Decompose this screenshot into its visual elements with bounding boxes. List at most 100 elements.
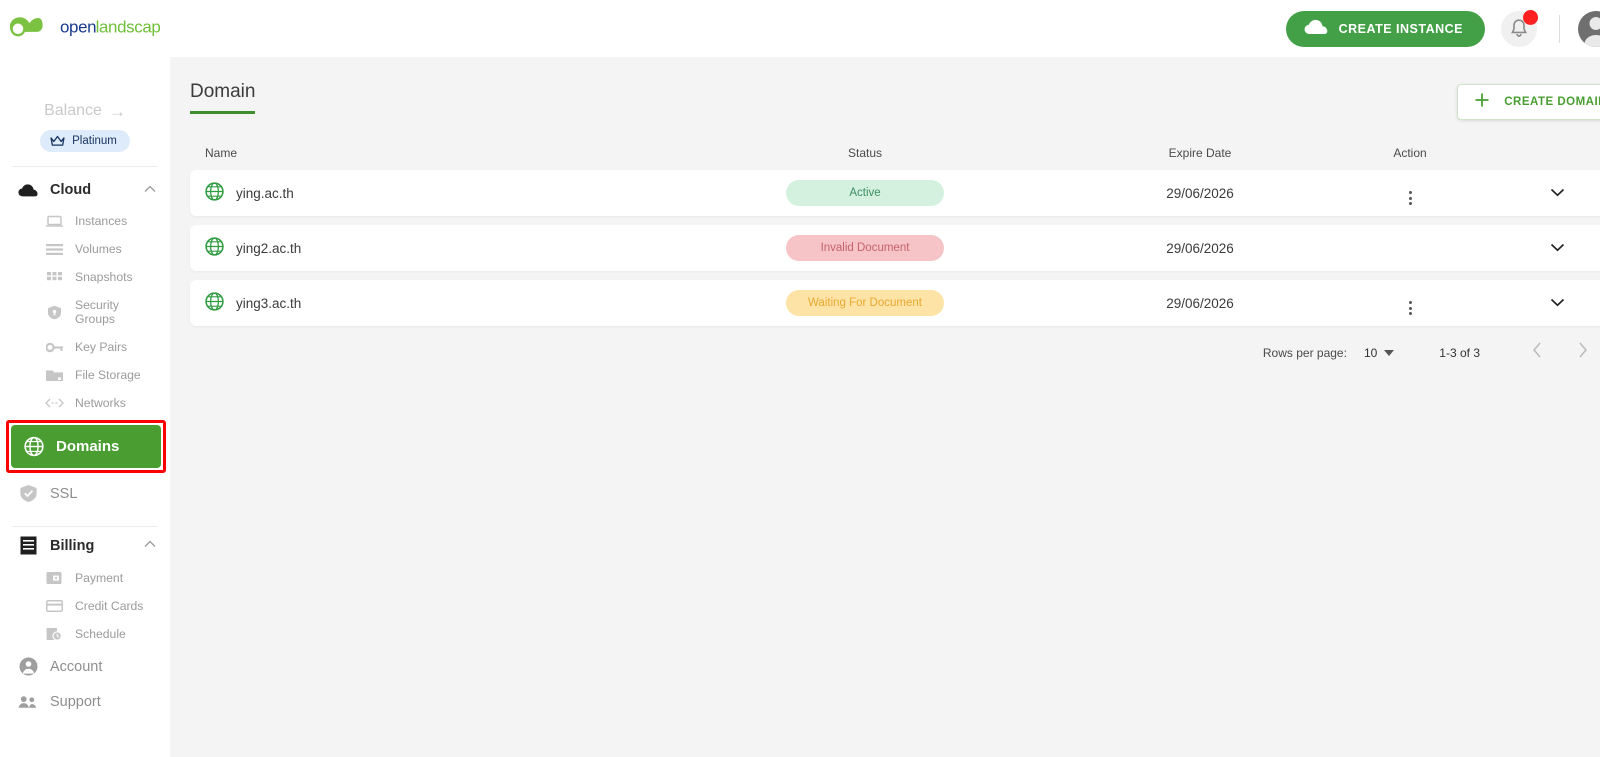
row-status-cell: Active (645, 180, 1085, 206)
logo-wordmark-icon: open landscape (60, 17, 160, 36)
chevron-up-icon (144, 540, 156, 551)
sidebar-item-snapshots-label: Snapshots (75, 270, 133, 284)
snapshots-icon (44, 271, 64, 284)
row-name-cell: ying3.ac.th (190, 292, 645, 314)
column-header-action: Action (1393, 146, 1427, 160)
table-row[interactable]: ying2.ac.th Invalid Document 29/06/2026 (190, 225, 1600, 271)
sidebar-item-ssl[interactable]: SSL (0, 475, 170, 512)
status-badge: Active (786, 180, 944, 206)
arrow-right-icon: → (108, 101, 126, 121)
balance-link[interactable]: Balance → (44, 102, 126, 120)
sidebar-item-key-pairs-label: Key Pairs (75, 340, 128, 354)
sidebar-item-support[interactable]: Support (0, 685, 170, 719)
tier-badge[interactable]: Platinum (40, 130, 130, 152)
plus-icon (1474, 92, 1490, 112)
sidebar-group-cloud[interactable]: Cloud (0, 173, 170, 207)
row-name-cell: ying2.ac.th (190, 237, 645, 259)
status-badge: Waiting For Document (786, 290, 944, 316)
row-status-cell: Invalid Document (645, 235, 1085, 261)
globe-icon (205, 292, 224, 314)
page-title-wrap: Domain (190, 81, 256, 114)
balance-label: Balance (44, 102, 102, 119)
sidebar-item-domains[interactable]: Domains (11, 425, 161, 468)
sidebar-item-file-storage[interactable]: File Storage (0, 361, 170, 389)
sidebar-group-cloud-label: Cloud (50, 182, 92, 198)
column-header-name: Name (205, 146, 238, 160)
chevron-down-icon (1384, 349, 1395, 356)
sidebar-item-account[interactable]: Account (0, 648, 170, 685)
sidebar-item-schedule[interactable]: Schedule (0, 620, 170, 648)
row-expire-date: 29/06/2026 (1166, 240, 1234, 256)
volumes-icon (44, 243, 64, 256)
domains-highlight-box: Domains (6, 420, 166, 473)
row-menu-button[interactable] (1408, 191, 1412, 205)
sidebar-item-instances[interactable]: Instances (0, 207, 170, 235)
table-header-row: Name Status Expire Date Action (190, 136, 1600, 170)
status-badge: Invalid Document (786, 235, 944, 261)
sidebar-item-support-label: Support (50, 694, 101, 710)
code-brackets-icon (44, 398, 64, 408)
table-row[interactable]: ying.ac.th Active 29/06/2026 (190, 170, 1600, 216)
row-menu-button[interactable] (1408, 301, 1412, 315)
row-expand-cell (1505, 184, 1600, 202)
schedule-icon (44, 627, 64, 641)
main-area: CREATE INSTANCE Domain CREATE DOMAIN Nam… (170, 0, 1600, 757)
logo-landscape-text: landscape (96, 17, 160, 36)
sidebar-item-volumes[interactable]: Volumes (0, 235, 170, 263)
chevron-down-icon[interactable] (1550, 240, 1565, 255)
rows-per-page-label: Rows per page: (1262, 345, 1347, 360)
credit-card-icon (44, 600, 64, 612)
notification-dot (1523, 9, 1538, 25)
globe-icon (24, 436, 44, 457)
sidebar-item-account-label: Account (50, 658, 103, 675)
create-domain-button[interactable]: CREATE DOMAIN (1457, 84, 1600, 120)
laptop-icon (44, 215, 64, 228)
row-action-cell (1315, 291, 1505, 315)
sidebar-group-billing-label: Billing (50, 537, 95, 554)
logo-mark-icon (10, 17, 43, 37)
logo-wrap: open landscape (0, 0, 170, 56)
chevron-down-icon[interactable] (1550, 185, 1565, 200)
create-instance-button[interactable]: CREATE INSTANCE (1285, 10, 1485, 47)
sidebar: open landscape Balance → Platinum (0, 0, 170, 757)
key-icon (44, 342, 64, 353)
sidebar-item-credit-cards-label: Credit Cards (75, 599, 144, 613)
avatar-icon (1589, 16, 1600, 30)
folder-icon (44, 369, 64, 382)
chevron-right-icon[interactable] (1568, 342, 1598, 363)
pagination-range: 1-3 of 3 (1439, 345, 1480, 360)
app-logo[interactable]: open landscape (10, 14, 160, 40)
avatar[interactable] (1578, 10, 1600, 47)
sidebar-item-security-groups[interactable]: Security Groups (0, 291, 170, 333)
sidebar-item-file-storage-label: File Storage (75, 368, 141, 382)
table-row[interactable]: ying3.ac.th Waiting For Document 29/06/2… (190, 280, 1600, 326)
sidebar-divider-top (12, 166, 158, 167)
rows-per-page-select[interactable]: 10 (1364, 346, 1395, 360)
create-domain-wrap: CREATE DOMAIN (1457, 84, 1600, 120)
row-expand-cell (1505, 294, 1600, 312)
chevron-down-icon[interactable] (1550, 295, 1565, 310)
sidebar-item-ssl-label: SSL (50, 485, 78, 502)
receipt-icon (18, 536, 38, 555)
sidebar-item-key-pairs[interactable]: Key Pairs (0, 333, 170, 361)
sidebar-item-payment[interactable]: Payment (0, 564, 170, 592)
chevron-left-icon[interactable] (1522, 342, 1552, 363)
people-icon (18, 695, 38, 709)
chevron-up-icon (144, 185, 156, 196)
sidebar-item-networks[interactable]: Networks (0, 389, 170, 417)
cloud-icon (18, 183, 38, 198)
column-header-expire-date: Expire Date (1168, 146, 1232, 160)
balance-block: Balance → Platinum (0, 102, 170, 152)
crown-icon (50, 135, 65, 146)
sidebar-item-credit-cards[interactable]: Credit Cards (0, 592, 170, 620)
page-title: Domain (190, 81, 256, 102)
topbar: CREATE INSTANCE (170, 0, 1600, 57)
row-status-cell: Waiting For Document (645, 290, 1085, 316)
notifications-button[interactable] (1501, 9, 1538, 47)
sidebar-item-volumes-label: Volumes (75, 242, 122, 256)
sidebar-item-snapshots[interactable]: Snapshots (0, 263, 170, 291)
sidebar-group-billing[interactable]: Billing (0, 527, 170, 564)
sidebar-item-domains-label: Domains (56, 438, 120, 455)
cloud-icon (1304, 19, 1328, 38)
app-root: open landscape Balance → Platinum (0, 0, 1600, 757)
